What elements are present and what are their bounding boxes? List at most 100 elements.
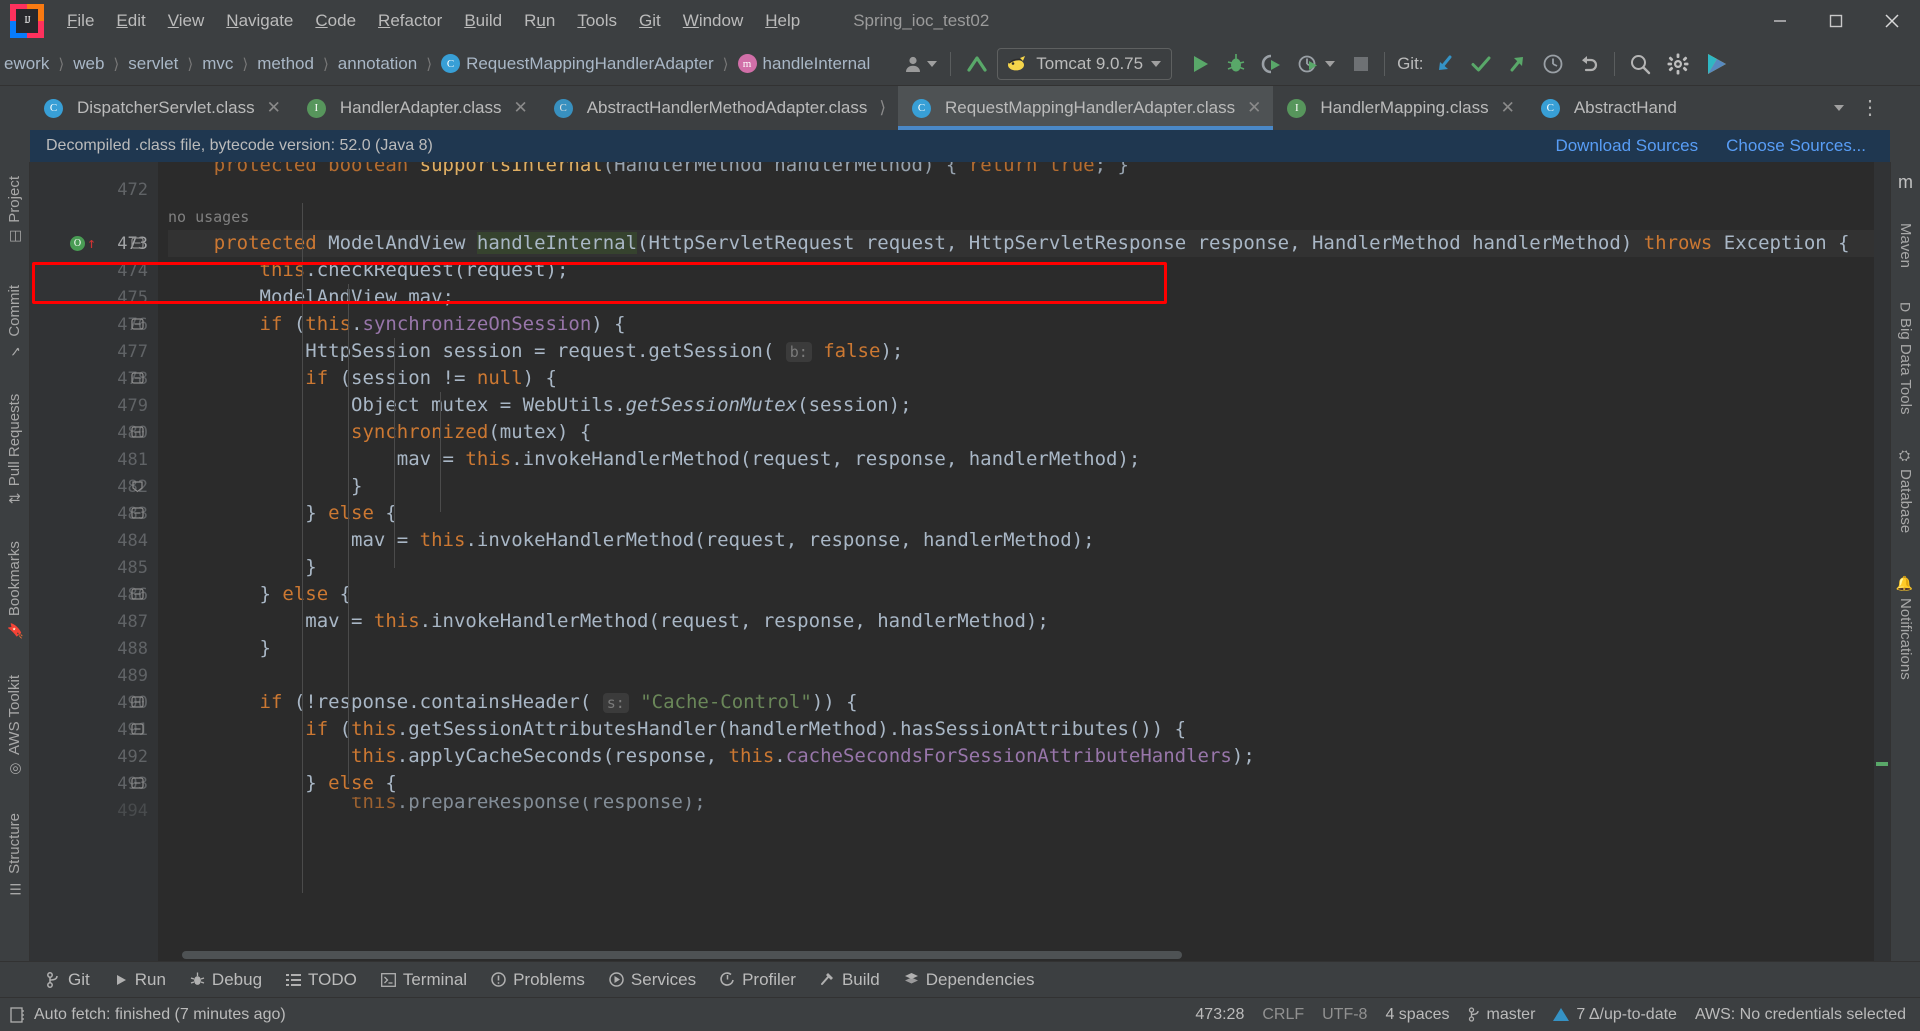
menu-edit[interactable]: Edit [105,7,156,35]
editor-horizontal-scrollbar[interactable] [158,949,1874,961]
editor-tab-handleradapter[interactable]: I HandlerAdapter.class ✕ [293,86,540,130]
toolwindow-debug[interactable]: Debug [178,966,274,994]
caret-position[interactable]: 473:28 [1195,1006,1244,1024]
fold-handle[interactable] [131,507,144,520]
toolwindow-todo[interactable]: TODO [274,966,369,994]
download-sources-link[interactable]: Download Sources [1555,136,1698,156]
gutter-icons[interactable]: O ↑ [69,236,96,251]
fold-handle[interactable] [131,237,144,250]
breadcrumb-item-annotation[interactable]: annotation [334,52,421,76]
profiler-icon[interactable] [1294,49,1338,79]
menu-code[interactable]: Code [304,7,367,35]
debug-icon[interactable] [1222,49,1250,79]
breadcrumb-item-method[interactable]: method [253,52,318,76]
sidebar-item-aws-toolkit[interactable]: ◎ AWS Toolkit [0,665,29,787]
menu-tools[interactable]: Tools [566,7,628,35]
maximize-icon[interactable] [1808,0,1864,42]
sidebar-item-pull-requests[interactable]: ⇅ Pull Requests [0,384,29,514]
toolwindow-services[interactable]: Services [597,966,708,994]
fold-handle[interactable] [131,426,144,439]
line-separator[interactable]: CRLF [1262,1006,1304,1024]
sidebar-item-commit[interactable]: ✓ Commit [0,275,29,369]
toolwindow-terminal[interactable]: Terminal [369,966,479,994]
git-commit-icon[interactable] [1466,49,1496,79]
indent-setting[interactable]: 4 spaces [1385,1006,1449,1024]
aws-credentials-widget[interactable]: AWS: No credentials selected [1695,1006,1906,1024]
fold-handle[interactable] [131,723,144,736]
status-message[interactable]: Auto fetch: finished (7 minutes ago) [34,1006,286,1024]
settings-gear-icon[interactable] [1663,49,1693,79]
close-icon[interactable]: ✕ [513,98,527,118]
minimize-icon[interactable] [1752,0,1808,42]
run-with-coverage-icon[interactable] [1258,49,1286,79]
editor-tab-handlermapping[interactable]: I HandlerMapping.class ✕ [1273,86,1526,130]
toolwindow-problems[interactable]: Problems [479,966,597,994]
override-method-icon[interactable]: O [69,236,85,251]
search-everywhere-icon[interactable] [1625,49,1655,79]
sidebar-item-notifications[interactable]: 🔔 Notifications [1891,565,1920,690]
editor-marker-column[interactable] [1874,162,1890,961]
breadcrumb-item-class[interactable]: C RequestMappingHandlerAdapter [437,52,718,76]
fold-handle[interactable] [131,480,144,493]
sidebar-item-big-data-tools[interactable]: D Big Data Tools [1891,292,1920,425]
toolwindow-dependencies[interactable]: Dependencies [892,966,1047,994]
menu-help[interactable]: Help [754,7,811,35]
editor-tab-abstracthand[interactable]: C AbstractHand [1527,86,1689,130]
editor-tab-requestmappinghandleradapter[interactable]: C RequestMappingHandlerAdapter.class ✕ [898,86,1274,130]
fold-handle[interactable] [131,777,144,790]
editor-tab-dispatcherservlet[interactable]: C DispatcherServlet.class ✕ [30,86,293,130]
toolwindow-run[interactable]: Run [102,966,178,994]
sidebar-item-maven-logo[interactable]: m [1896,166,1915,199]
update-project-icon[interactable] [961,49,993,79]
file-encoding[interactable]: UTF-8 [1322,1006,1367,1024]
fold-handle[interactable] [131,588,144,601]
menu-git[interactable]: Git [628,7,672,35]
menu-refactor[interactable]: Refactor [367,7,453,35]
tabs-overflow-button[interactable] [1826,86,1852,130]
breadcrumb-item-mvc[interactable]: mvc [198,52,237,76]
stop-icon[interactable] [1348,49,1374,79]
sidebar-item-database[interactable]: ⛭ Database [1891,439,1920,543]
close-icon[interactable] [1864,0,1920,42]
close-icon[interactable]: ✕ [267,98,281,118]
menu-navigate[interactable]: Navigate [215,7,304,35]
run-icon[interactable] [1186,49,1214,79]
menu-view[interactable]: View [157,7,216,35]
close-icon[interactable]: ✕ [1247,98,1261,118]
git-push-icon[interactable] [1502,49,1532,79]
editor-text-area[interactable]: protected boolean supportsInternal(Handl… [158,162,1890,961]
editor-gutter[interactable]: 472 O ↑ 473 474 475 476 477 478 479 480 … [30,162,158,961]
sidebar-item-structure[interactable]: ☰ Structure [0,803,29,906]
run-configuration-selector[interactable]: Tomcat 9.0.75 [997,47,1173,80]
user-avatar-icon[interactable] [900,49,940,79]
git-history-icon[interactable] [1538,49,1568,79]
breadcrumb-item-ework[interactable]: ework [0,52,53,76]
menu-file[interactable]: File [56,7,105,35]
sidebar-item-bookmarks[interactable]: 🔖 Bookmarks [0,531,29,649]
scrollbar-thumb[interactable] [182,951,1182,959]
choose-sources-link[interactable]: Choose Sources... [1726,136,1866,156]
menu-build[interactable]: Build [453,7,513,35]
git-rollback-icon[interactable] [1574,49,1604,79]
tabs-more-options-button[interactable]: ⋮ [1852,86,1890,130]
editor-tab-abstracthandlermethodadapter[interactable]: C AbstractHandlerMethodAdapter.class ⟩ [540,86,898,130]
idea-services-icon[interactable] [1701,49,1733,79]
code-editor[interactable]: 472 O ↑ 473 474 475 476 477 478 479 480 … [30,162,1890,961]
updates-widget[interactable]: 7 Δ/up-to-date [1553,1006,1677,1024]
toolwindow-build[interactable]: Build [808,966,892,994]
chevron-right-icon[interactable]: ⟩ [879,98,886,118]
fold-handle[interactable] [131,372,144,385]
toolwindow-profiler[interactable]: Profiler [708,966,808,994]
sidebar-item-maven[interactable]: Maven [1891,213,1920,278]
fold-handle[interactable] [131,696,144,709]
status-log-icon[interactable] [10,1006,25,1023]
breadcrumb-item-method-handleinternal[interactable]: m handleInternal [734,52,875,76]
breadcrumb-item-web[interactable]: web [69,52,108,76]
close-icon[interactable]: ✕ [1501,98,1515,118]
toolwindow-git[interactable]: Git [34,966,102,994]
git-update-icon[interactable] [1430,49,1460,79]
fold-handle[interactable] [131,318,144,331]
menu-run[interactable]: Run [513,7,566,35]
git-branch-widget[interactable]: master [1468,1006,1535,1024]
breadcrumb-item-servlet[interactable]: servlet [124,52,182,76]
